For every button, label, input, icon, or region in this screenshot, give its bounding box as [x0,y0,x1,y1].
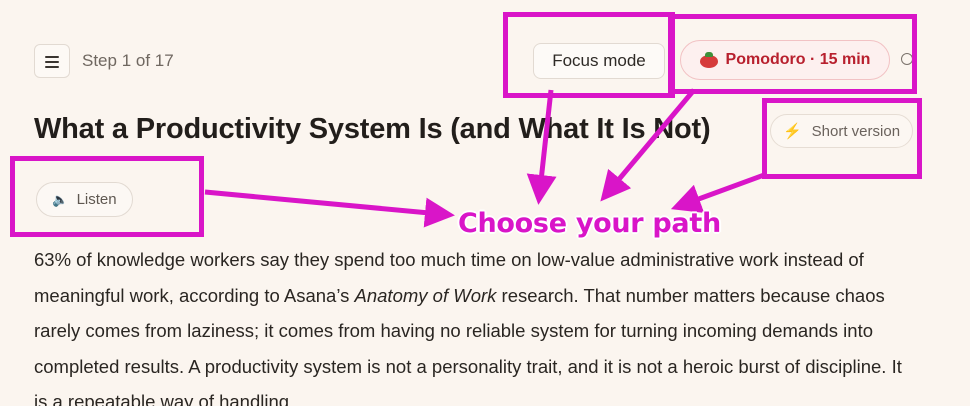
lesson-paragraph: 63% of knowledge workers say they spend … [34,242,914,406]
highlight-listen [10,156,204,237]
menu-button[interactable] [34,44,70,78]
hamburger-icon [45,55,59,68]
arrow-from-listen [204,189,455,228]
source-title: Anatomy of Work [354,284,497,306]
arrow-from-short-version [670,172,765,213]
page-title: What a Productivity System Is (and What … [34,113,711,145]
annotation-label: Choose your path [458,208,721,239]
highlight-pomodoro [668,14,917,94]
highlight-short-version [762,98,922,179]
highlight-focus-mode [503,12,675,98]
step-indicator: Step 1 of 17 [82,51,174,70]
lesson-page: Step 1 of 17 Focus mode Pomodoro · 15 mi… [0,0,970,406]
